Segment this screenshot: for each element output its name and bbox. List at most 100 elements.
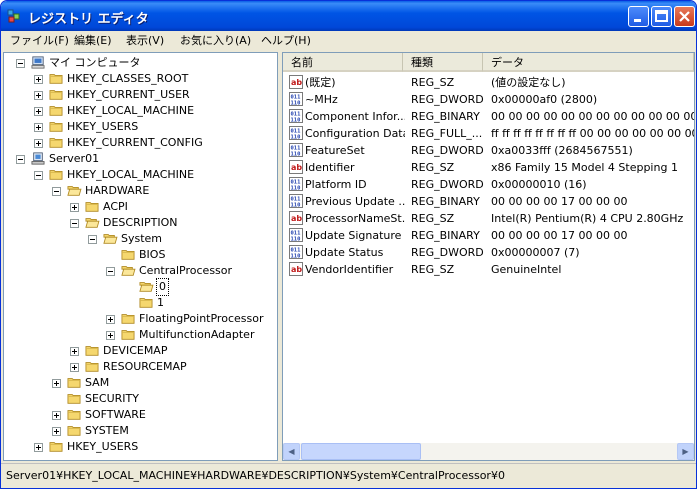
value-name: Update Signature	[305, 229, 402, 242]
tree-node[interactable]: HKEY_USERS	[4, 439, 277, 455]
value-type: REG_DWORD	[411, 93, 484, 106]
tree-node[interactable]: DESCRIPTION	[4, 215, 277, 231]
collapse-icon[interactable]	[106, 267, 115, 276]
menu-file[interactable]: ファイル(F)	[10, 33, 69, 48]
tree-node[interactable]: HKEY_CLASSES_ROOT	[4, 71, 277, 87]
column-data[interactable]: データ	[483, 53, 694, 72]
binary-value-icon: 011110	[289, 143, 303, 157]
expand-icon[interactable]	[34, 443, 43, 452]
expand-icon[interactable]	[106, 331, 115, 340]
value-row[interactable]: ab ProcessorNameSt... REG_SZ Intel(R) Penti…	[283, 210, 694, 227]
value-data: 00 00 00 00 00 00 00 00 00 00 00 00 01	[491, 110, 695, 123]
horizontal-scrollbar[interactable]: ◀ ▶	[283, 443, 694, 460]
title-bar[interactable]: レジストリ エディタ	[1, 1, 696, 31]
tree-node-label: HARDWARE	[85, 184, 150, 197]
tree-node[interactable]: HKEY_LOCAL_MACHINE	[4, 103, 277, 119]
tree-node[interactable]: ACPI	[4, 199, 277, 215]
folder-icon	[49, 106, 63, 116]
tree-node[interactable]: マイ コンピュータ	[4, 55, 277, 71]
menu-edit[interactable]: 編集(E)	[74, 33, 112, 48]
expand-icon[interactable]	[70, 363, 79, 372]
value-row[interactable]: ab VendorIdentifier REG_SZ GenuineIntel	[283, 261, 694, 278]
tree-node[interactable]: Server01	[4, 151, 277, 167]
expand-icon[interactable]	[34, 123, 43, 132]
collapse-icon[interactable]	[70, 219, 79, 228]
tree-node-label: マイ コンピュータ	[49, 56, 141, 69]
tree-node[interactable]: 0	[4, 278, 277, 296]
value-row[interactable]: 011 110 ~MHz REG_DWORD 0x00000af0 (2800)	[283, 91, 694, 108]
value-row[interactable]: 011 110 Platform ID REG_DWORD 0x00000010 (16…	[283, 176, 694, 193]
tree-node[interactable]: RESOURCEMAP	[4, 359, 277, 375]
close-button[interactable]	[674, 6, 695, 27]
collapse-icon[interactable]	[34, 171, 43, 180]
value-name: VendorIdentifier	[305, 263, 394, 276]
menu-help[interactable]: ヘルプ(H)	[261, 33, 311, 48]
collapse-icon[interactable]	[16, 59, 25, 68]
tree-node-label: BIOS	[139, 248, 166, 261]
tree-node[interactable]: BIOS	[4, 247, 277, 263]
expand-icon[interactable]	[106, 315, 115, 324]
tree-node[interactable]: HKEY_CURRENT_USER	[4, 87, 277, 103]
scroll-thumb[interactable]	[301, 443, 421, 460]
folder-icon	[67, 426, 81, 436]
value-name: Configuration Data	[305, 127, 405, 140]
tree-node[interactable]: SYSTEM	[4, 423, 277, 439]
expand-icon[interactable]	[52, 379, 61, 388]
tree-node-label: HKEY_CURRENT_USER	[67, 88, 190, 101]
value-row[interactable]: ab Identifier REG_SZ x86 Family 15 Model 4 …	[283, 159, 694, 176]
expand-icon[interactable]	[34, 91, 43, 100]
tree-node[interactable]: SECURITY	[4, 391, 277, 407]
tree-node[interactable]: SAM	[4, 375, 277, 391]
tree-node[interactable]: HARDWARE	[4, 183, 277, 199]
value-row[interactable]: 011 110 Update Status REG_DWORD 0x00000007 (…	[283, 244, 694, 261]
tree-node[interactable]: FloatingPointProcessor	[4, 311, 277, 327]
tree-node[interactable]: 1	[4, 295, 277, 311]
tree-node[interactable]: DEVICEMAP	[4, 343, 277, 359]
expand-icon[interactable]	[70, 347, 79, 356]
tree-node-label: DEVICEMAP	[103, 344, 168, 357]
tree-node-label: SECURITY	[85, 392, 139, 405]
expand-icon[interactable]	[52, 427, 61, 436]
expand-icon[interactable]	[34, 75, 43, 84]
tree-node[interactable]: HKEY_LOCAL_MACHINE	[4, 167, 277, 183]
scroll-left-button[interactable]: ◀	[283, 443, 300, 460]
expand-icon[interactable]	[52, 411, 61, 420]
minimize-button[interactable]	[628, 6, 649, 27]
menu-favorites[interactable]: お気に入り(A)	[180, 33, 251, 48]
collapse-icon[interactable]	[16, 155, 25, 164]
tree-node[interactable]: SOFTWARE	[4, 407, 277, 423]
value-list[interactable]: 名前 種類 データ ab (既定) REG_SZ (値の設定なし) 011 110 ~MHz…	[282, 52, 695, 461]
value-row[interactable]: 011 110 Update Signature REG_BINARY 00 00 00…	[283, 227, 694, 244]
value-type: REG_SZ	[411, 76, 455, 89]
tree-node[interactable]: HKEY_USERS	[4, 119, 277, 135]
tree-node[interactable]: HKEY_CURRENT_CONFIG	[4, 135, 277, 151]
tree-node[interactable]: CentralProcessor	[4, 263, 277, 279]
svg-text:110: 110	[291, 237, 301, 243]
value-row[interactable]: ab (既定) REG_SZ (値の設定なし)	[283, 74, 694, 91]
folder-icon	[49, 170, 63, 180]
string-value-icon: ab	[289, 211, 303, 225]
column-name[interactable]: 名前	[283, 53, 403, 72]
value-name: Identifier	[305, 161, 355, 174]
svg-text:110: 110	[291, 254, 301, 260]
expand-icon[interactable]	[34, 139, 43, 148]
tree-node[interactable]: MultifunctionAdapter	[4, 327, 277, 343]
value-row[interactable]: 011 110 FeatureSet REG_DWORD 0xa0033fff (268…	[283, 142, 694, 159]
registry-tree[interactable]: マイ コンピュータ HKEY_CLASSES_ROOT HKEY_CURRENT_U…	[3, 52, 278, 461]
registry-editor-window: レジストリ エディタ ファイル(F) 編集(E) 表示(V) お気に入り(A) …	[0, 0, 697, 489]
value-row[interactable]: 011 110 Component Infor... REG_BINARY 00 00 …	[283, 108, 694, 125]
menu-view[interactable]: 表示(V)	[126, 33, 164, 48]
value-row[interactable]: 011 110 Configuration Data REG_FULL_... ff f…	[283, 125, 694, 142]
value-row[interactable]: 011 110 Previous Update ... REG_BINARY 00 00…	[283, 193, 694, 210]
expand-icon[interactable]	[70, 203, 79, 212]
close-icon	[679, 11, 690, 22]
value-data: 0x00000af0 (2800)	[491, 93, 598, 106]
maximize-button[interactable]	[651, 6, 672, 27]
column-type[interactable]: 種類	[403, 53, 483, 72]
folder-open-icon	[121, 266, 136, 276]
expand-icon[interactable]	[34, 107, 43, 116]
collapse-icon[interactable]	[52, 187, 61, 196]
scroll-right-button[interactable]: ▶	[677, 443, 694, 460]
tree-node[interactable]: System	[4, 231, 277, 247]
collapse-icon[interactable]	[88, 235, 97, 244]
